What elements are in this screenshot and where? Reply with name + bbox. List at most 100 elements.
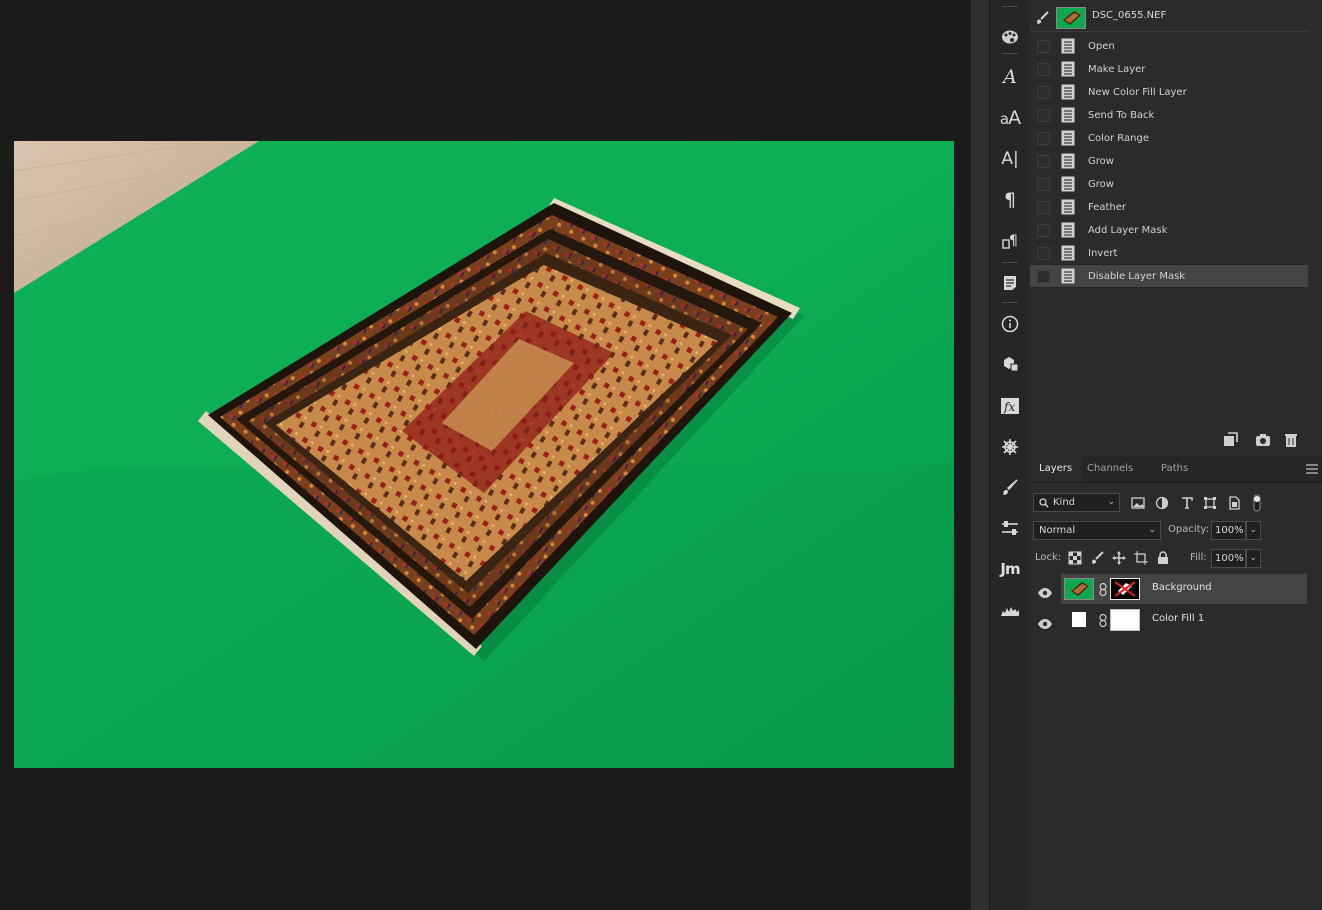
history-brush-source-checkbox[interactable] (1037, 269, 1050, 283)
tab-channels[interactable]: Channels (1077, 456, 1143, 482)
snapshot-name: DSC_0655.NEF (1092, 10, 1167, 21)
3d-icon[interactable] (995, 349, 1025, 379)
blend-mode-select[interactable]: Normal ⌄ (1033, 521, 1161, 540)
layer-name[interactable]: Background (1152, 582, 1212, 593)
tab-layers[interactable]: Layers (1029, 456, 1083, 482)
filter-pixel-layers-icon[interactable] (1131, 496, 1145, 510)
history-brush-source-checkbox[interactable] (1037, 85, 1050, 99)
panel-menu-icon[interactable] (1306, 464, 1318, 474)
link-chain-icon[interactable] (1099, 614, 1107, 627)
history-document-icon (1061, 61, 1075, 77)
search-icon (1039, 498, 1049, 508)
adjustments-icon[interactable] (995, 513, 1025, 543)
chevron-down-icon: ⌄ (1107, 497, 1115, 507)
history-document-icon (1061, 245, 1075, 261)
filter-type-layers-icon[interactable] (1180, 496, 1194, 510)
jm-plugin-icon[interactable]: Jm (995, 554, 1025, 584)
brush-icon[interactable] (995, 472, 1025, 502)
history-state-item[interactable]: Color Range (1030, 127, 1308, 150)
history-state-item[interactable]: Open (1030, 35, 1308, 58)
layer-mask-thumbnail[interactable] (1110, 609, 1140, 631)
lock-image-pixels-icon[interactable] (1090, 551, 1104, 565)
lock-transparent-pixels-icon[interactable] (1068, 551, 1082, 565)
history-state-item[interactable]: Send To Back (1030, 104, 1308, 127)
layers-panel-tabs: Layers Channels Paths (1029, 456, 1322, 483)
filter-toggle-icon[interactable] (1251, 493, 1263, 513)
chevron-down-icon: ⌄ (1249, 553, 1257, 563)
history-state-label: Open (1088, 40, 1115, 52)
history-state-item[interactable]: New Color Fill Layer (1030, 81, 1308, 104)
new-document-from-state-icon[interactable] (1222, 432, 1240, 448)
history-brush-source-checkbox[interactable] (1037, 177, 1050, 191)
history-brush-source-checkbox[interactable] (1037, 154, 1050, 168)
history-brush-source-checkbox[interactable] (1037, 246, 1050, 260)
document-image[interactable] (14, 141, 954, 768)
layer-row-color-fill-1[interactable]: Color Fill 1 (1061, 605, 1307, 635)
visibility-eye-icon[interactable] (1037, 615, 1053, 629)
lock-all-icon[interactable] (1156, 551, 1170, 565)
layer-row-background[interactable]: Background (1061, 574, 1307, 604)
history-brush-source-checkbox[interactable] (1037, 62, 1050, 76)
color-palette-icon[interactable] (995, 22, 1025, 52)
link-chain-icon[interactable] (1099, 583, 1107, 596)
history-state-label: Grow (1088, 155, 1114, 167)
info-icon[interactable] (995, 309, 1025, 339)
paragraph-icon[interactable]: ¶ (995, 185, 1025, 215)
character-icon[interactable]: A| (995, 144, 1025, 174)
history-brush-source-icon[interactable] (1035, 11, 1050, 25)
history-panel: DSC_0655.NEF Open Make Layer New Color Fil… (1029, 0, 1322, 428)
history-state-item[interactable]: Make Layer (1030, 58, 1308, 81)
filter-shape-layers-icon[interactable] (1203, 496, 1217, 510)
history-state-item[interactable]: Grow (1030, 150, 1308, 173)
history-state-item[interactable]: Add Layer Mask (1030, 219, 1308, 242)
fill-input[interactable]: 100% (1211, 549, 1246, 568)
history-document-icon (1061, 153, 1075, 169)
svg-text:¶: ¶ (1009, 233, 1018, 249)
history-state-label: Send To Back (1088, 109, 1155, 121)
visibility-eye-icon[interactable] (1037, 584, 1053, 598)
separator (1002, 302, 1018, 303)
layer-mask-thumbnail-disabled[interactable] (1110, 578, 1140, 600)
layer-filter-kind-select[interactable]: Kind ⌄ (1033, 493, 1120, 512)
filter-smart-objects-icon[interactable] (1227, 496, 1241, 510)
paragraph-styles-icon[interactable]: ¶ (995, 226, 1025, 256)
opacity-slider-toggle[interactable]: ⌄ (1246, 521, 1261, 540)
history-snapshot[interactable]: DSC_0655.NEF (1030, 4, 1308, 32)
history-brush-source-checkbox[interactable] (1037, 200, 1050, 214)
history-state-item[interactable]: Invert (1030, 242, 1308, 265)
create-snapshot-icon[interactable] (1254, 432, 1272, 448)
navigator-wheel-icon[interactable] (995, 432, 1025, 462)
histogram-icon[interactable] (995, 595, 1025, 625)
opacity-input[interactable]: 100% (1211, 521, 1246, 540)
history-document-icon (1061, 107, 1075, 123)
history-state-label: Make Layer (1088, 63, 1146, 75)
lock-position-icon[interactable] (1112, 551, 1126, 565)
history-brush-source-checkbox[interactable] (1037, 131, 1050, 145)
opacity-value: 100% (1215, 525, 1244, 536)
panel-gutter (971, 0, 989, 910)
history-document-icon (1061, 84, 1075, 100)
lock-artboard-icon[interactable] (1134, 551, 1148, 565)
fill-slider-toggle[interactable]: ⌄ (1246, 549, 1261, 568)
right-panels: DSC_0655.NEF Open Make Layer New Color Fil… (1029, 0, 1322, 910)
notes-icon[interactable] (995, 268, 1025, 298)
filter-adjustment-layers-icon[interactable] (1155, 496, 1169, 510)
fill-layer-thumbnail (1064, 609, 1094, 631)
tab-paths[interactable]: Paths (1151, 456, 1198, 482)
history-state-item[interactable]: Feather (1030, 196, 1308, 219)
history-brush-source-checkbox[interactable] (1037, 108, 1050, 122)
glyphs-icon[interactable]: A (995, 62, 1025, 92)
separator (1002, 53, 1018, 54)
delete-state-icon[interactable] (1282, 432, 1300, 448)
character-styles-icon[interactable]: aA (995, 103, 1025, 133)
chevron-down-icon: ⌄ (1148, 525, 1156, 535)
history-state-item[interactable]: Grow (1030, 173, 1308, 196)
history-brush-source-checkbox[interactable] (1037, 39, 1050, 53)
layer-name[interactable]: Color Fill 1 (1152, 613, 1204, 624)
history-brush-source-checkbox[interactable] (1037, 223, 1050, 237)
fx-icon[interactable]: fx (995, 391, 1025, 421)
document-canvas-area[interactable] (0, 0, 971, 910)
separator (1002, 6, 1018, 7)
history-state-label: Add Layer Mask (1088, 224, 1168, 236)
history-state-item[interactable]: Disable Layer Mask (1030, 265, 1308, 288)
